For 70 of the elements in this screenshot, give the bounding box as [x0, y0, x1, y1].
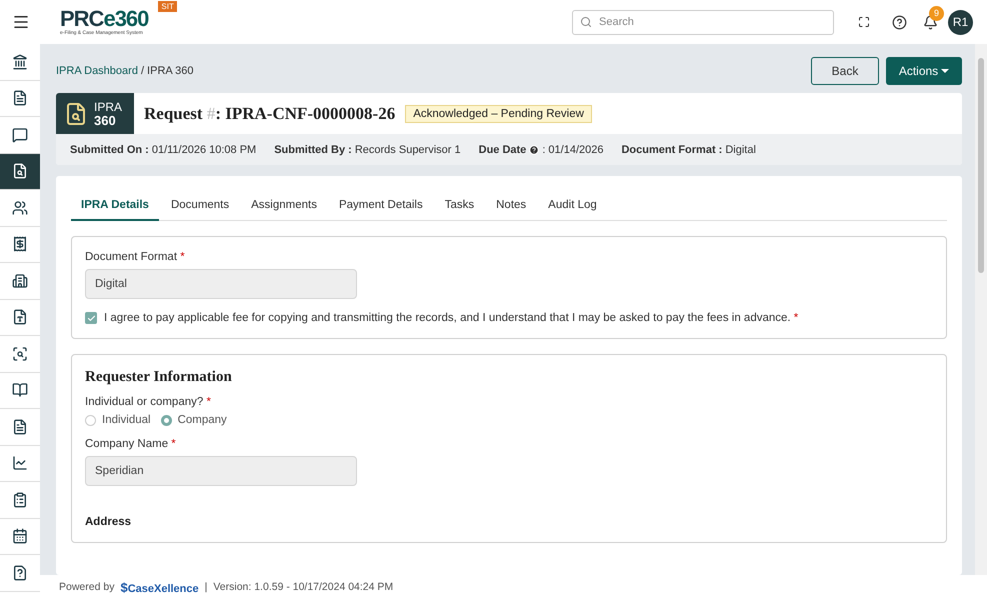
help-icon: [529, 144, 540, 154]
notification-count: 9: [929, 6, 944, 20]
file-search-icon: [12, 163, 28, 180]
powered-by-text: Powered by: [59, 581, 114, 593]
tab[interactable]: Notes: [486, 191, 536, 221]
agreement-checkbox[interactable]: [85, 312, 97, 324]
agreement-text: I agree to pay applicable fee for copying and transmitting the records, and I understand that I may be asked to pay the fees in advance. *: [104, 312, 798, 324]
radio-option[interactable]: Company: [160, 414, 227, 426]
tab[interactable]: Documents: [160, 191, 240, 221]
info-label: Document Format :: [621, 144, 722, 156]
bell-icon[interactable]: [923, 14, 938, 30]
menu-icon[interactable]: [12, 13, 30, 31]
calendar-icon: [12, 528, 28, 544]
scrollbar[interactable]: [975, 44, 987, 575]
tab[interactable]: Audit Log: [538, 191, 607, 221]
info-value: : 01/14/2026: [542, 144, 604, 156]
info-label: Submitted By :: [274, 144, 352, 156]
status-badge: Acknowledged – Pending Review: [405, 104, 592, 122]
badge-text: IPRA 360: [94, 100, 122, 126]
building-icon: [12, 272, 28, 289]
scan-icon: [12, 346, 28, 362]
users-icon: [12, 200, 28, 216]
back-button[interactable]: Back: [811, 57, 879, 85]
field-label: Document Format *: [85, 251, 186, 263]
field-label: Individual or company? *: [85, 396, 212, 408]
line-chart-icon: [12, 455, 28, 472]
version-text: Version: 1.0.59 - 10/17/2024 04:24 PM: [213, 581, 394, 593]
clipboard-icon: [12, 492, 28, 508]
help-icon[interactable]: [892, 14, 907, 30]
help-file-icon: [12, 564, 28, 581]
search-icon: [580, 16, 592, 28]
breadcrumb-current: / IPRA 360: [140, 65, 194, 77]
section-heading: Requester Information: [85, 369, 233, 386]
check-icon: [86, 314, 96, 322]
book-icon: [12, 382, 28, 398]
brand-logo: $CaseXellence: [120, 580, 199, 594]
info-value: Records Supervisor 1: [354, 144, 461, 156]
bank-icon: [12, 54, 28, 70]
breadcrumb-link[interactable]: IPRA Dashboard: [56, 65, 138, 77]
search-field[interactable]: Search: [572, 10, 834, 34]
logo-text: PRCe360: [60, 8, 148, 30]
receipt-icon: [12, 236, 28, 252]
document-icon: [12, 90, 28, 106]
tab[interactable]: Assignments: [241, 191, 327, 221]
document-icon: [12, 418, 28, 435]
separator-text: |: [204, 581, 208, 593]
environment-badge: SIT: [158, 1, 177, 12]
tab[interactable]: Tasks: [434, 191, 484, 221]
fullscreen-icon[interactable]: [858, 16, 870, 28]
info-value: Digital: [725, 144, 756, 156]
request-title: Request #: IPRA-CNF-0000008-26: [144, 104, 396, 124]
file-text-icon: [12, 309, 28, 326]
chat-icon: [12, 126, 28, 143]
address-label: Address: [85, 516, 132, 528]
info-label: Due Date: [478, 144, 526, 156]
sidebar-item[interactable]: [0, 154, 40, 190]
company-name-field[interactable]: Speridian: [85, 456, 357, 486]
radio-button[interactable]: [85, 414, 96, 426]
info-value: 01/11/2026 10:08 PM: [152, 144, 256, 156]
file-search-icon: [64, 102, 88, 126]
info-label: Submitted On :: [70, 144, 149, 156]
user-avatar[interactable]: R1: [948, 10, 973, 34]
document-format-field[interactable]: Digital: [85, 269, 357, 299]
actions-button[interactable]: Actions: [886, 57, 962, 85]
radio-option[interactable]: Individual: [85, 414, 151, 426]
tab[interactable]: Payment Details: [328, 191, 433, 221]
radio-button[interactable]: [160, 414, 172, 426]
field-label: Company Name *: [85, 438, 177, 450]
caret-icon: [941, 69, 950, 73]
tab[interactable]: IPRA Details: [71, 191, 159, 221]
